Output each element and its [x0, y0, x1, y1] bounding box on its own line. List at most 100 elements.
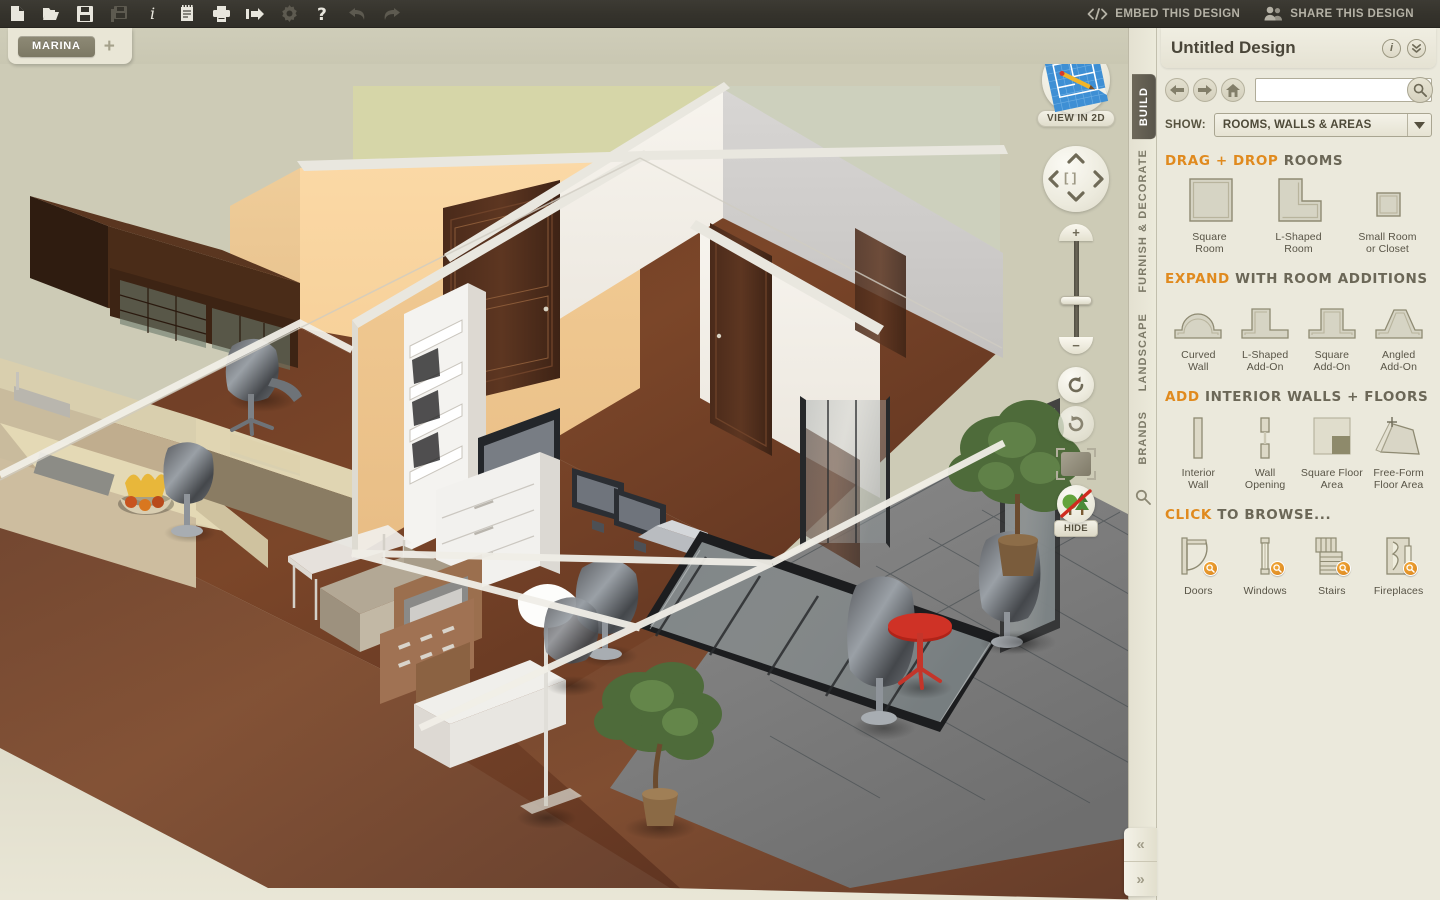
vtab-furnish-decorate[interactable]: FURNISH & DECORATE: [1137, 139, 1149, 303]
show-filter-select[interactable]: ROOMS, WALLS & AREAS: [1213, 113, 1432, 137]
notes-icon[interactable]: [170, 0, 204, 28]
palette-label-fireplaces: Fireplaces: [1373, 585, 1424, 597]
palette-label-square-room: Square Room: [1192, 231, 1227, 255]
palette-item-square-room[interactable]: Square Room: [1165, 178, 1254, 255]
home-icon: [1226, 83, 1240, 97]
nav-back-button[interactable]: [1165, 78, 1189, 102]
rotate-left-button[interactable]: [1058, 367, 1094, 403]
collapse-panel-left-button[interactable]: «: [1124, 828, 1157, 862]
section-room-additions-heading: EXPAND WITH ROOM ADDITIONS: [1165, 271, 1432, 287]
palette-label-wall-opening: Wall Opening: [1244, 467, 1286, 491]
zoom-slider-thumb[interactable]: [1060, 296, 1092, 305]
section-heading-rest: ROOMS: [1278, 153, 1344, 169]
vtab-brands[interactable]: BRANDS: [1137, 401, 1149, 475]
viewport-controls: VIEW IN 2D [ ] + − HIDE: [1030, 46, 1122, 537]
pan-center-button[interactable]: [ ]: [1064, 170, 1076, 185]
zoom-slider-track[interactable]: [1073, 241, 1079, 337]
palette-item-fireplaces[interactable]: Fireplaces: [1365, 532, 1432, 597]
svg-text:i: i: [150, 5, 155, 22]
zoom-out-button[interactable]: −: [1059, 337, 1093, 354]
rotate-right-button[interactable]: [1058, 406, 1094, 442]
zoom-slider[interactable]: + −: [1056, 224, 1096, 354]
info-icon[interactable]: i: [136, 0, 170, 28]
palette-item-interior-wall[interactable]: Interior Wall: [1165, 414, 1232, 491]
save-icon[interactable]: [68, 0, 102, 28]
section-drag-drop-rooms-heading: DRAG + DROP ROOMS: [1165, 153, 1432, 169]
panel-collapse-button[interactable]: [1407, 38, 1426, 58]
open-folder-icon[interactable]: [34, 0, 68, 28]
palette-label-curved-wall: Curved Wall: [1181, 349, 1216, 373]
palette-item-l-shaped-room[interactable]: L-Shaped Room: [1254, 178, 1343, 255]
floorplan-3d-scene: [0, 28, 1155, 900]
section-heading-accent: ADD: [1165, 389, 1200, 405]
browse-badge-doors[interactable]: [1202, 561, 1218, 576]
snapshot-framing-button[interactable]: [1056, 448, 1096, 480]
section-heading-accent: DRAG + DROP: [1165, 153, 1279, 169]
vtab-landscape[interactable]: LANDSCAPE: [1137, 303, 1149, 401]
section-room-additions: EXPAND WITH ROOM ADDITIONS Curved Wall L-…: [1157, 271, 1440, 373]
svg-text:?: ?: [317, 5, 327, 22]
design-title-bar: Untitled Design i: [1161, 28, 1436, 68]
panel-navigation-bar: [1157, 77, 1440, 103]
l-shaped-room-icon: [1254, 178, 1343, 226]
zoom-in-button[interactable]: +: [1059, 224, 1093, 241]
help-icon[interactable]: ?: [306, 0, 340, 28]
vtab-build[interactable]: BUILD: [1132, 74, 1156, 140]
fireplace-icon: [1365, 532, 1432, 580]
pan-down-arrow[interactable]: [1067, 189, 1085, 207]
search-button[interactable]: [1407, 77, 1433, 103]
section-heading-accent: EXPAND: [1165, 271, 1230, 287]
palette-item-windows[interactable]: Windows: [1232, 532, 1299, 597]
palette-item-free-form-floor-area[interactable]: Free-Form Floor Area: [1365, 414, 1432, 491]
window-icon: [1232, 532, 1299, 580]
drag-drop-rooms-items: Square Room L-Shaped Room Small Room or Clo…: [1165, 178, 1432, 255]
palette-label-doors: Doors: [1184, 585, 1213, 597]
pan-up-arrow[interactable]: [1067, 151, 1085, 169]
section-interior-walls-floors-heading: ADD INTERIOR WALLS + FLOORS: [1165, 389, 1432, 405]
palette-item-doors[interactable]: Doors: [1165, 532, 1232, 597]
embed-design-button[interactable]: EMBED THIS DESIGN: [1075, 0, 1252, 28]
square-addon-icon: [1299, 296, 1366, 344]
palette-item-small-room[interactable]: Small Room or Closet: [1343, 178, 1432, 255]
angled-addon-icon: [1365, 296, 1432, 344]
chevron-double-down-icon: [1412, 43, 1421, 53]
show-filter-label: SHOW:: [1165, 119, 1206, 131]
search-input[interactable]: [1255, 78, 1432, 102]
palette-item-stairs[interactable]: Stairs: [1299, 532, 1366, 597]
browse-badge-fireplaces[interactable]: [1403, 561, 1418, 576]
palette-item-l-shaped-addon[interactable]: L-Shaped Add-On: [1232, 296, 1299, 373]
pan-left-arrow[interactable]: [1048, 170, 1059, 193]
export-icon[interactable]: [238, 0, 272, 28]
new-document-icon[interactable]: [0, 0, 34, 28]
palette-label-interior-wall: Interior Wall: [1181, 467, 1216, 491]
palette-item-square-addon[interactable]: Square Add-On: [1299, 296, 1366, 373]
nav-forward-button[interactable]: [1193, 78, 1217, 102]
print-icon[interactable]: [204, 0, 238, 28]
design-canvas-3d[interactable]: VIEW IN 2D [ ] + − HIDE: [0, 28, 1155, 900]
frame-corner-tl: [1056, 448, 1065, 457]
share-design-button[interactable]: SHARE THIS DESIGN: [1252, 0, 1426, 28]
square-room-icon: [1165, 178, 1254, 226]
free-form-floor-area-icon: [1365, 414, 1432, 462]
design-info-button[interactable]: i: [1382, 38, 1401, 58]
add-project-tab-button[interactable]: +: [104, 37, 115, 56]
undo-icon: [340, 0, 374, 28]
magnifier-badge-icon: [1206, 564, 1215, 573]
palette-label-windows: Windows: [1243, 585, 1287, 597]
palette-item-angled-addon[interactable]: Angled Add-On: [1365, 296, 1432, 373]
nav-home-button[interactable]: [1221, 78, 1245, 102]
collapse-panel-right-button[interactable]: »: [1124, 862, 1157, 896]
door-icon: [1165, 532, 1232, 580]
arrow-right-icon: [1198, 85, 1212, 95]
pan-right-arrow[interactable]: [1093, 170, 1104, 193]
vtab-search-icon[interactable]: [1135, 489, 1151, 510]
palette-item-square-floor-area[interactable]: Square Floor Area: [1299, 414, 1366, 491]
pan-control-pad[interactable]: [ ]: [1043, 146, 1109, 212]
palette-item-curved-wall[interactable]: Curved Wall: [1165, 296, 1232, 373]
redo-icon: [374, 0, 408, 28]
browse-badge-windows[interactable]: [1269, 561, 1285, 576]
hide-landscape-toggle[interactable]: [1057, 485, 1095, 523]
page-title: Untitled Design: [1171, 38, 1296, 57]
project-tab-marina[interactable]: MARINA: [18, 35, 95, 57]
palette-item-wall-opening[interactable]: Wall Opening: [1232, 414, 1299, 491]
